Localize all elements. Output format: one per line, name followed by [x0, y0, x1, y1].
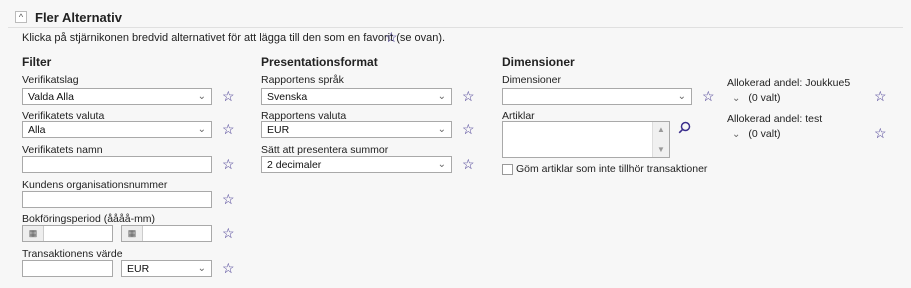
allocation-joukkue5-dropdown[interactable]: ⌄ (0 valt) [732, 92, 780, 104]
transaction-value-input[interactable] [22, 260, 113, 277]
sum-format-value: 2 decimaler [267, 158, 322, 171]
favorite-star-icon[interactable]: ☆ [222, 192, 235, 206]
presentation-title: Presentationsformat [261, 55, 378, 69]
chevron-down-icon: ⌄ [677, 91, 686, 102]
favorite-hint: Klicka på stjärnikonen bredvid alternati… [22, 32, 446, 44]
sum-format-label: Sätt att presentera summor [261, 144, 389, 156]
hide-articles-checkbox[interactable] [502, 164, 513, 175]
allocation-joukkue5-value: (0 valt) [748, 92, 781, 104]
favorite-star-icon[interactable]: ☆ [222, 157, 235, 171]
voucher-currency-value: Alla [28, 123, 46, 136]
chevron-down-icon: ⌄ [437, 124, 446, 135]
calendar-icon[interactable]: ▦ [122, 226, 143, 241]
allocation-test-label: Allokerad andel: test [727, 113, 823, 125]
voucher-name-input[interactable] [22, 156, 212, 173]
favorite-star-icon[interactable]: ☆ [874, 89, 887, 103]
favorite-star-icon[interactable]: ☆ [222, 122, 235, 136]
articles-textarea[interactable]: ▲ ▼ [502, 121, 670, 158]
scroll-down-icon[interactable]: ▼ [657, 145, 665, 154]
collapse-button[interactable]: ^ [15, 11, 27, 23]
sum-format-select[interactable]: 2 decimaler ⌄ [261, 156, 452, 173]
voucher-name-label: Verifikatets namn [22, 144, 103, 156]
transaction-currency-select[interactable]: EUR ⌄ [121, 260, 212, 277]
chevron-down-icon: ⌄ [437, 91, 446, 102]
transaction-currency-value: EUR [127, 262, 150, 275]
favorite-star-icon[interactable]: ☆ [222, 226, 235, 240]
org-number-input[interactable] [22, 191, 212, 208]
voucher-currency-select[interactable]: Alla ⌄ [22, 121, 212, 138]
dimensions-label: Dimensioner [502, 74, 561, 86]
report-currency-value: EUR [267, 123, 290, 136]
favorite-star-icon[interactable]: ☆ [462, 89, 475, 103]
report-currency-select[interactable]: EUR ⌄ [261, 121, 452, 138]
allocation-joukkue5-label: Allokerad andel: Joukkue5 [727, 77, 851, 89]
favorite-star-icon[interactable]: ☆ [702, 89, 715, 103]
period-end-input[interactable]: ▦ [121, 225, 212, 242]
divider [8, 27, 903, 28]
voucher-type-value: Valda Alla [28, 90, 74, 103]
language-select[interactable]: Svenska ⌄ [261, 88, 452, 105]
filter-title: Filter [22, 55, 52, 69]
search-icon[interactable] [678, 121, 691, 134]
hide-articles-label: Göm artiklar som inte tillhör transaktio… [516, 163, 708, 175]
voucher-type-select[interactable]: Valda Alla ⌄ [22, 88, 212, 105]
favorite-star-icon[interactable]: ☆ [222, 89, 235, 103]
period-start-input[interactable]: ▦ [22, 225, 113, 242]
allocation-test-dropdown[interactable]: ⌄ (0 valt) [732, 128, 780, 140]
chevron-down-icon: ⌄ [197, 263, 206, 274]
period-label: Bokföringsperiod (åååå-mm) [22, 213, 156, 225]
chevron-down-icon: ⌄ [197, 124, 206, 135]
scrollbar[interactable]: ▲ ▼ [652, 122, 669, 157]
calendar-icon[interactable]: ▦ [23, 226, 44, 241]
chevron-down-icon: ⌄ [732, 128, 741, 140]
voucher-type-label: Verifikatslag [22, 74, 79, 86]
transaction-value-label: Transaktionens värde [22, 248, 123, 260]
star-icon: ☆ [385, 29, 398, 45]
language-value: Svenska [267, 90, 308, 103]
allocation-test-value: (0 valt) [748, 128, 781, 140]
section-title-more-options: Fler Alternativ [35, 10, 122, 25]
org-number-label: Kundens organisationsnummer [22, 179, 168, 191]
chevron-down-icon: ⌄ [197, 91, 206, 102]
language-label: Rapportens språk [261, 74, 344, 86]
chevron-up-icon: ^ [18, 11, 24, 22]
dimensions-select[interactable]: ⌄ [502, 88, 692, 105]
chevron-down-icon: ⌄ [437, 159, 446, 170]
scroll-up-icon[interactable]: ▲ [657, 125, 665, 134]
favorite-star-icon[interactable]: ☆ [462, 122, 475, 136]
dimensions-title: Dimensioner [502, 55, 575, 69]
favorite-star-icon[interactable]: ☆ [222, 261, 235, 275]
favorite-star-icon[interactable]: ☆ [462, 157, 475, 171]
chevron-down-icon: ⌄ [732, 92, 741, 104]
favorite-star-icon[interactable]: ☆ [874, 126, 887, 140]
